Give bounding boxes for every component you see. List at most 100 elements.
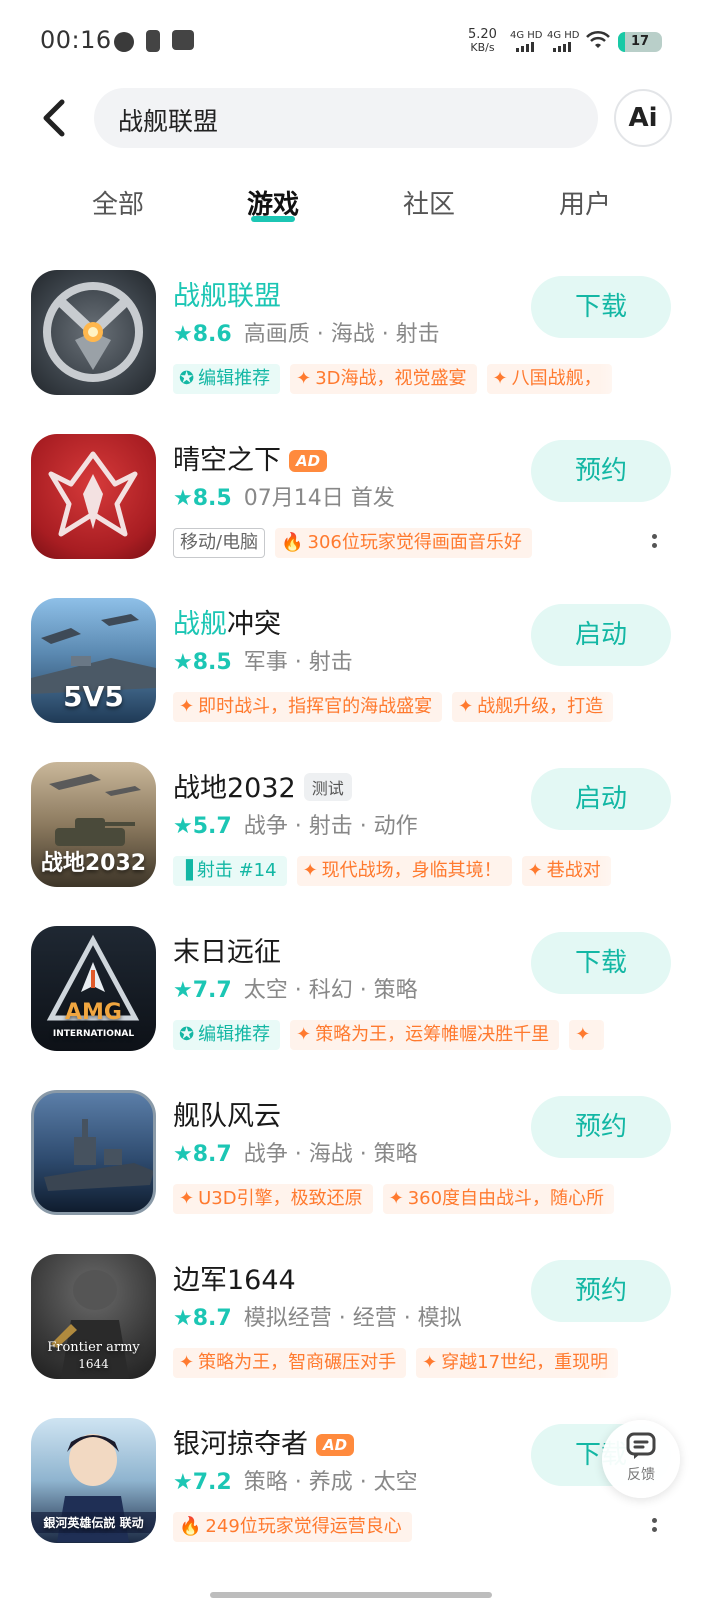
game-title-text: 战地2032: [173, 773, 296, 804]
game-action-button[interactable]: 预约: [531, 440, 671, 502]
tags-fade: [599, 1348, 649, 1380]
tab-label: 全部: [91, 190, 144, 220]
game-tags: ✦ 即时战斗，指挥官的海战盛宴 ✦ 战舰升级，打造: [173, 692, 649, 724]
game-title-text: 末日远征: [173, 937, 281, 968]
game-tag: ✦ 现代战场，身临其境！: [296, 856, 512, 886]
fire-icon: 🔥: [179, 1516, 202, 1537]
game-action-button[interactable]: 启动: [531, 768, 671, 830]
game-title[interactable]: 边军1644: [173, 1258, 296, 1297]
tags-fade: [599, 856, 649, 888]
game-tag: 移动/电脑: [173, 528, 266, 558]
game-icon[interactable]: Frontier army 1644: [31, 1254, 156, 1379]
ad-badge: AD: [289, 450, 328, 472]
game-action-button[interactable]: 下载: [531, 932, 671, 994]
network-label-1: 4G HD: [510, 30, 543, 41]
game-result-item[interactable]: AMG INTERNATIONAL 末日远征 ★7.7 太空 · 科幻 · 策略 ✪ 编…: [0, 926, 720, 1090]
icon-caption: 战地2032: [40, 851, 147, 876]
icon-caption-sub: 1644: [78, 1357, 109, 1371]
game-title[interactable]: 舰队风云: [173, 1094, 281, 1133]
game-score: 8.5: [192, 486, 232, 511]
game-title-text: 冲突: [227, 609, 281, 640]
game-title[interactable]: 末日远征: [173, 930, 281, 969]
more-options-icon[interactable]: [650, 1518, 658, 1538]
game-title-text: 银河掠夺者: [173, 1429, 308, 1460]
game-result-item[interactable]: 舰队风云 ★8.7 战争 · 海战 · 策略 ✦ U3D引擎，极致还原 ✦ 360度自由战斗…: [0, 1090, 720, 1254]
game-tag-text: 策略为王，智商碾压对手: [198, 1352, 397, 1373]
sparkle-icon: ✦: [179, 1188, 195, 1209]
game-title[interactable]: 战地2032 测试: [173, 766, 352, 805]
game-tag: ▐ 射击 #14: [173, 856, 287, 886]
game-result-item[interactable]: Frontier army 1644 边军1644 ★8.7 模拟经营 · 经营 ·…: [0, 1254, 720, 1418]
signal-icon: [516, 42, 534, 52]
status-time: 00:16: [40, 26, 112, 54]
tags-fade: [599, 1512, 649, 1544]
game-tag-text: 306位玩家觉得画面音乐好: [307, 532, 522, 553]
game-meta: ★7.7 太空 · 科幻 · 策略: [173, 972, 418, 1004]
back-arrow-icon[interactable]: [38, 96, 78, 140]
game-tag-text: 249位玩家觉得运营良心: [205, 1516, 402, 1537]
feedback-button[interactable]: 反馈: [602, 1420, 680, 1498]
game-tag-text: 编辑推荐: [198, 368, 271, 389]
game-action-button[interactable]: 下载: [531, 276, 671, 338]
game-meta: ★7.2 策略 · 养成 · 太空: [173, 1464, 418, 1496]
game-title[interactable]: 银河掠夺者 AD: [173, 1422, 355, 1461]
wallet-icon: [172, 30, 194, 50]
game-icon[interactable]: [31, 270, 156, 395]
wifi-icon: [586, 30, 610, 48]
feedback-label: 反馈: [627, 1467, 655, 1483]
sparkle-icon: ✦: [302, 860, 318, 881]
game-result-item[interactable]: 战地2032 战地2032 测试 ★5.7 战争 · 射击 · 动作 ▐ 射击 #14 ✦ 现…: [0, 762, 720, 926]
game-tag: ✪ 编辑推荐: [173, 364, 281, 394]
game-icon[interactable]: [31, 434, 156, 559]
star-icon: ★: [173, 322, 193, 347]
game-tag: ✦ U3D引擎，极致还原: [173, 1184, 373, 1214]
game-result-item[interactable]: 5V5 战舰冲突 ★8.5 军事 · 射击 ✦ 即时战斗，指挥官的海战盛宴 ✦ 战舰升级，打…: [0, 598, 720, 762]
game-category: 战争 · 射击 · 动作: [243, 814, 418, 839]
game-category: 策略 · 养成 · 太空: [243, 1470, 418, 1495]
game-score: 8.5: [192, 650, 232, 675]
star-icon: ★: [173, 650, 193, 675]
network-speed-value: 5.20: [468, 27, 497, 42]
sparkle-icon: ✦: [179, 1352, 195, 1373]
tab-community[interactable]: 社区: [369, 184, 489, 221]
more-options-icon[interactable]: [650, 534, 658, 554]
game-score: 7.7: [192, 978, 232, 1003]
game-action-button[interactable]: 预约: [531, 1260, 671, 1322]
tab-games[interactable]: 游戏: [213, 184, 333, 222]
game-result-item[interactable]: 晴空之下 AD ★8.5 07月14日 首发 移动/电脑 🔥 306位玩家觉得画面音乐好 预约: [0, 434, 720, 598]
game-icon[interactable]: 5V5: [31, 598, 156, 723]
game-title[interactable]: 晴空之下 AD: [173, 438, 328, 477]
game-icon[interactable]: AMG INTERNATIONAL: [31, 926, 156, 1051]
ai-assistant-button[interactable]: Ai: [614, 89, 672, 147]
game-score: 8.6: [192, 322, 232, 347]
game-tag: ✦ 3D海战，视觉盛宴: [290, 364, 477, 394]
game-tag: ✦ 八国战舰，: [486, 364, 612, 394]
game-tag-text: 战舰升级，打造: [477, 696, 604, 717]
game-icon[interactable]: 战地2032: [31, 762, 156, 887]
game-icon[interactable]: 銀河英雄伝説 联动: [31, 1418, 156, 1543]
game-tag: ✪ 编辑推荐: [173, 1020, 281, 1050]
game-title[interactable]: 战舰联盟: [173, 274, 281, 313]
game-tag-text: 策略为王，运筹帷幄决胜千里: [315, 1024, 550, 1045]
game-tag: ✦ 策略为王，运筹帷幄决胜千里: [290, 1020, 560, 1050]
game-action-button[interactable]: 预约: [531, 1096, 671, 1158]
home-indicator[interactable]: [210, 1592, 492, 1598]
search-input[interactable]: 战舰联盟: [94, 88, 598, 148]
game-action-button[interactable]: 启动: [531, 604, 671, 666]
network-label-2: 4G HD: [547, 30, 580, 41]
star-icon: ★: [173, 1142, 193, 1167]
sparkle-icon: ✦: [527, 860, 543, 881]
game-category: 模拟经营 · 经营 · 模拟: [243, 1306, 462, 1331]
result-tabs: 全部 游戏 社区 用户: [0, 184, 720, 234]
icon-caption: 5V5: [63, 680, 124, 713]
tab-users[interactable]: 用户: [525, 184, 645, 221]
editor-pick-icon: ✪: [179, 1024, 195, 1045]
game-result-item[interactable]: 战舰联盟 ★8.6 高画质 · 海战 · 射击 ✪ 编辑推荐 ✦ 3D海战，视觉盛宴 ✦ 八国战…: [0, 270, 720, 434]
game-icon[interactable]: [31, 1090, 156, 1215]
game-score: 8.7: [192, 1306, 232, 1331]
game-tags: 🔥 249位玩家觉得运营良心: [173, 1512, 649, 1544]
game-title[interactable]: 战舰冲突: [173, 602, 281, 641]
status-bar: 00:16 5.20 KB/s 4G HD 4G HD 17: [0, 0, 720, 84]
tab-all[interactable]: 全部: [58, 184, 178, 221]
game-category: 高画质 · 海战 · 射击: [243, 322, 440, 347]
